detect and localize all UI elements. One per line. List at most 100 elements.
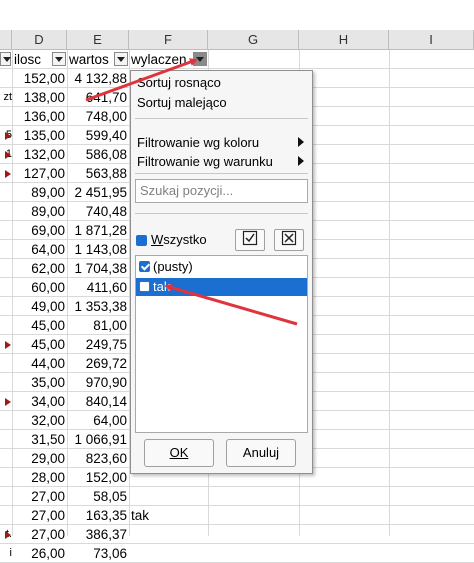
select-all-checkbox[interactable] [136,235,147,246]
cell-wartosc[interactable]: 1 143,08 [67,240,127,259]
cell-ilosc[interactable]: 69,00 [12,221,65,240]
cell-C[interactable] [0,411,12,430]
cell-ilosc[interactable]: 29,00 [12,449,65,468]
autofilter-button-D[interactable] [52,52,66,66]
cell-wartosc[interactable]: 1 704,38 [67,259,127,278]
cell-ilosc[interactable]: 62,00 [12,259,65,278]
search-input[interactable]: Szukaj pozycji... [135,179,308,203]
cell-C[interactable] [0,259,12,278]
cell-C[interactable] [0,69,12,88]
cell-wartosc[interactable]: 163,35 [67,506,127,525]
cell-ilosc[interactable]: 135,00 [12,126,65,145]
cell-wartosc[interactable]: 599,40 [67,126,127,145]
cell-ilosc[interactable]: 138,00 [12,88,65,107]
cell-wartosc[interactable]: 1 066,91 [67,430,127,449]
cell-ilosc[interactable]: 27,00 [12,525,65,544]
cell-C[interactable] [0,430,12,449]
sort-descending-item[interactable]: Sortuj malejąco [137,94,227,112]
cell-wartosc[interactable]: 1 871,28 [67,221,127,240]
autofilter-button-F[interactable] [193,52,207,66]
cell-C[interactable] [0,107,12,126]
cell-ilosc[interactable]: 27,00 [12,487,65,506]
cell-ilosc[interactable]: 127,00 [12,164,65,183]
cell-ilosc[interactable]: 28,00 [12,468,65,487]
cell-C[interactable]: zt [0,88,12,107]
column-header-E[interactable]: E [67,30,129,50]
cell-C[interactable] [0,468,12,487]
cell-C[interactable] [0,316,12,335]
column-header-H[interactable]: H [299,30,389,50]
header-ilosc[interactable]: ilosc [14,50,52,69]
cell-wartosc[interactable]: 2 451,95 [67,183,127,202]
cell-ilosc[interactable]: 89,00 [12,202,65,221]
cell-wartosc[interactable]: 81,00 [67,316,127,335]
cell-wartosc[interactable]: 641,70 [67,88,127,107]
autofilter-button-C[interactable] [0,52,11,66]
check-all-button[interactable] [235,229,265,251]
cell-ilosc[interactable]: 136,00 [12,107,65,126]
cell-ilosc[interactable]: 35,00 [12,373,65,392]
cell-C[interactable] [0,221,12,240]
values-listbox[interactable]: (pusty) tak [135,255,308,433]
header-wylaczenie[interactable]: wylaczen [131,50,193,69]
cell-C[interactable]: i [0,544,12,563]
cell-wartosc[interactable]: 249,75 [67,335,127,354]
cell-C[interactable] [0,449,12,468]
cell-ilosc[interactable]: 44,00 [12,354,65,373]
cell-C[interactable] [0,202,12,221]
list-item-checkbox[interactable] [139,261,150,272]
cell-C[interactable] [0,354,12,373]
cell-wartosc[interactable]: 586,08 [67,145,127,164]
cell-wartosc[interactable]: 58,05 [67,487,127,506]
cell-ilosc[interactable]: 60,00 [12,278,65,297]
list-item[interactable]: tak [136,278,307,296]
cell-wartosc[interactable]: 386,37 [67,525,127,544]
cell-wartosc[interactable]: 563,88 [67,164,127,183]
cell-ilosc[interactable]: 32,00 [12,411,65,430]
cell-C[interactable] [0,183,12,202]
cell-wartosc[interactable]: 1 353,38 [67,297,127,316]
cell-C[interactable] [0,240,12,259]
sort-ascending-item[interactable]: Sortuj rosnąco [137,74,221,92]
cell-wylaczenie[interactable] [131,525,206,544]
cell-wartosc[interactable]: 740,48 [67,202,127,221]
cell-ilosc[interactable]: 49,00 [12,297,65,316]
column-header-D[interactable]: D [12,30,67,50]
column-header-F[interactable]: F [129,30,208,50]
cell-wartosc[interactable]: 64,00 [67,411,127,430]
cell-ilosc[interactable]: 31,50 [12,430,65,449]
cancel-button[interactable]: Anuluj [226,439,296,467]
select-all-label[interactable]: Wszystko [151,231,207,249]
cell-wartosc[interactable]: 823,60 [67,449,127,468]
cell-wartosc[interactable]: 970,90 [67,373,127,392]
cell-ilosc[interactable]: 64,00 [12,240,65,259]
column-header-I[interactable]: I [389,30,474,50]
cell-wartosc[interactable]: 4 132,88 [67,69,127,88]
cell-ilosc[interactable]: 45,00 [12,335,65,354]
column-header-G[interactable]: G [208,30,299,50]
cell-ilosc[interactable]: 132,00 [12,145,65,164]
cell-wylaczenie[interactable] [131,487,206,506]
cell-C[interactable] [0,506,12,525]
cell-ilosc[interactable]: 34,00 [12,392,65,411]
ok-button[interactable]: OK [144,439,214,467]
cell-C[interactable] [0,297,12,316]
cell-wartosc[interactable]: 152,00 [67,468,127,487]
header-wartosc[interactable]: wartos [69,50,114,69]
column-header-C[interactable] [0,30,12,50]
filter-by-condition-item[interactable]: Filtrowanie wg warunku [137,153,307,171]
cell-ilosc[interactable]: 26,00 [12,544,65,563]
cell-wylaczenie[interactable] [131,544,206,563]
autofilter-button-E[interactable] [114,52,128,66]
filter-by-color-item[interactable]: Filtrowanie wg koloru [137,134,307,152]
list-item-checkbox[interactable] [139,281,150,292]
list-item[interactable]: (pusty) [136,258,307,276]
cell-ilosc[interactable]: 27,00 [12,506,65,525]
cell-wartosc[interactable]: 73,06 [67,544,127,563]
uncheck-all-button[interactable] [274,229,304,251]
cell-C[interactable] [0,278,12,297]
cell-wartosc[interactable]: 269,72 [67,354,127,373]
cell-ilosc[interactable]: 89,00 [12,183,65,202]
cell-wylaczenie[interactable]: tak [131,506,206,525]
cell-ilosc[interactable]: 45,00 [12,316,65,335]
